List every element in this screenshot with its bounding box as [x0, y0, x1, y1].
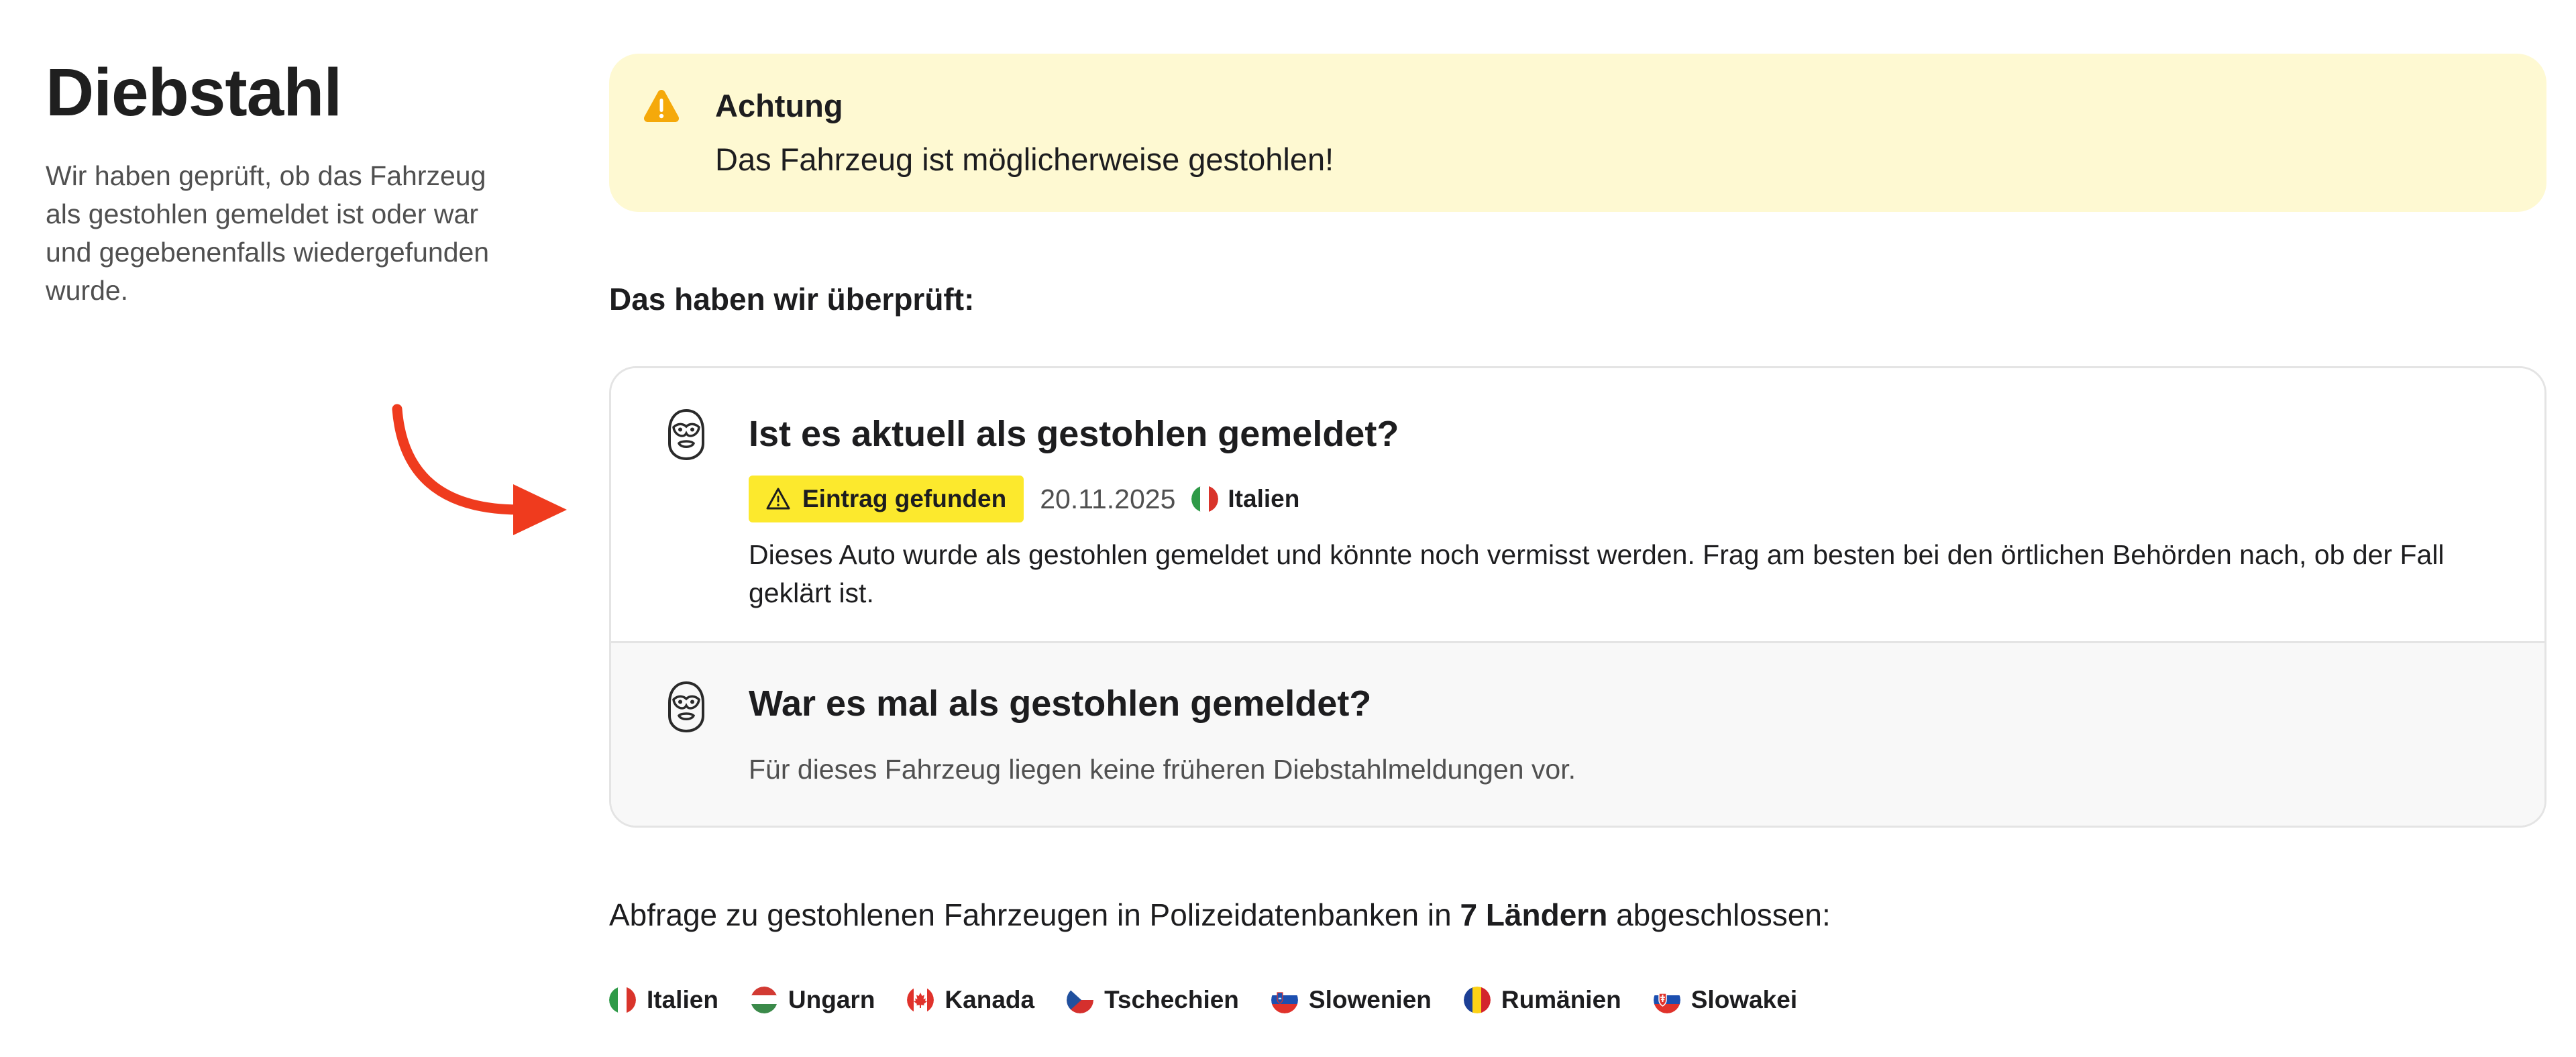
summary-suffix: abgeschlossen: — [1616, 897, 1831, 932]
check-description: Dieses Auto wurde als gestohlen gemeldet… — [749, 539, 2445, 608]
report-date: 20.11.2025 — [1040, 483, 1176, 514]
country-label: Ungarn — [788, 986, 875, 1013]
country-label: Rumänien — [1501, 986, 1621, 1013]
balaclava-icon — [668, 681, 704, 733]
red-arrow-icon — [392, 404, 567, 535]
country-list: Italien Ungarn Kanada Tschechien Sloweni… — [609, 986, 2546, 1014]
check-description: Für dieses Fahrzeug liegen keine frühere… — [749, 754, 1576, 785]
check-current-theft: Ist es aktuell als gestohlen gemeldet? E… — [611, 368, 2544, 643]
country-item: Slowakei — [1653, 986, 1798, 1014]
alert-box: Achtung Das Fahrzeug ist möglicherweise … — [609, 54, 2546, 212]
country-item: Slowenien — [1271, 986, 1432, 1014]
country-label: Italien — [647, 986, 718, 1013]
page-description: Wir haben geprüft, ob das Fahrzeug als g… — [46, 160, 490, 306]
summary-text: Abfrage zu gestohlenen Fahrzeugen in Pol… — [609, 895, 2546, 935]
italy-flag-icon — [1191, 486, 1219, 512]
balaclava-icon — [668, 408, 704, 461]
canada-flag-icon — [907, 987, 934, 1013]
country-label: Kanada — [945, 986, 1035, 1013]
report-country: Italien — [1228, 485, 1300, 512]
main-content: Achtung Das Fahrzeug ist möglicherweise … — [609, 54, 2546, 1014]
country-item: Ungarn — [750, 986, 875, 1014]
page-title: Diebstahl — [46, 55, 342, 130]
slovenia-flag-icon — [1271, 987, 1298, 1013]
alert-title: Achtung — [715, 88, 843, 123]
czech-flag-icon — [1067, 987, 1094, 1013]
check-meta: Eintrag gefunden 20.11.2025 Italien — [749, 476, 1299, 522]
italy-flag-icon — [609, 987, 636, 1013]
summary-count: 7 Ländern — [1460, 897, 1608, 932]
checked-heading: Das haben wir überprüft: — [609, 282, 975, 317]
country-item: Tschechien — [1067, 986, 1239, 1014]
romania-flag-icon — [1463, 987, 1491, 1013]
sidebar: Diebstahl Wir haben geprüft, ob das Fahr… — [46, 55, 515, 310]
country-item: Italien — [609, 986, 718, 1014]
summary-prefix: Abfrage zu gestohlenen Fahrzeugen in Pol… — [609, 897, 1452, 932]
country-item: Rumänien — [1463, 986, 1621, 1014]
checks-card: Ist es aktuell als gestohlen gemeldet? E… — [609, 366, 2546, 828]
country-item: Kanada — [907, 986, 1034, 1014]
country-label: Tschechien — [1104, 986, 1239, 1013]
country-label: Slowakei — [1690, 986, 1798, 1013]
warning-icon — [766, 488, 790, 510]
check-past-theft: War es mal als gestohlen gemeldet? Für d… — [611, 643, 2544, 826]
slovakia-flag-icon — [1653, 987, 1680, 1013]
alert-message: Das Fahrzeug ist möglicherweise gestohle… — [715, 142, 1334, 177]
hungary-flag-icon — [750, 987, 777, 1013]
check-title: Ist es aktuell als gestohlen gemeldet? — [749, 414, 1399, 454]
warning-icon — [643, 90, 680, 122]
check-title: War es mal als gestohlen gemeldet? — [749, 683, 1372, 724]
status-badge-label: Eintrag gefunden — [802, 485, 1007, 512]
country-label: Slowenien — [1308, 986, 1432, 1013]
status-badge: Eintrag gefunden — [749, 476, 1024, 522]
